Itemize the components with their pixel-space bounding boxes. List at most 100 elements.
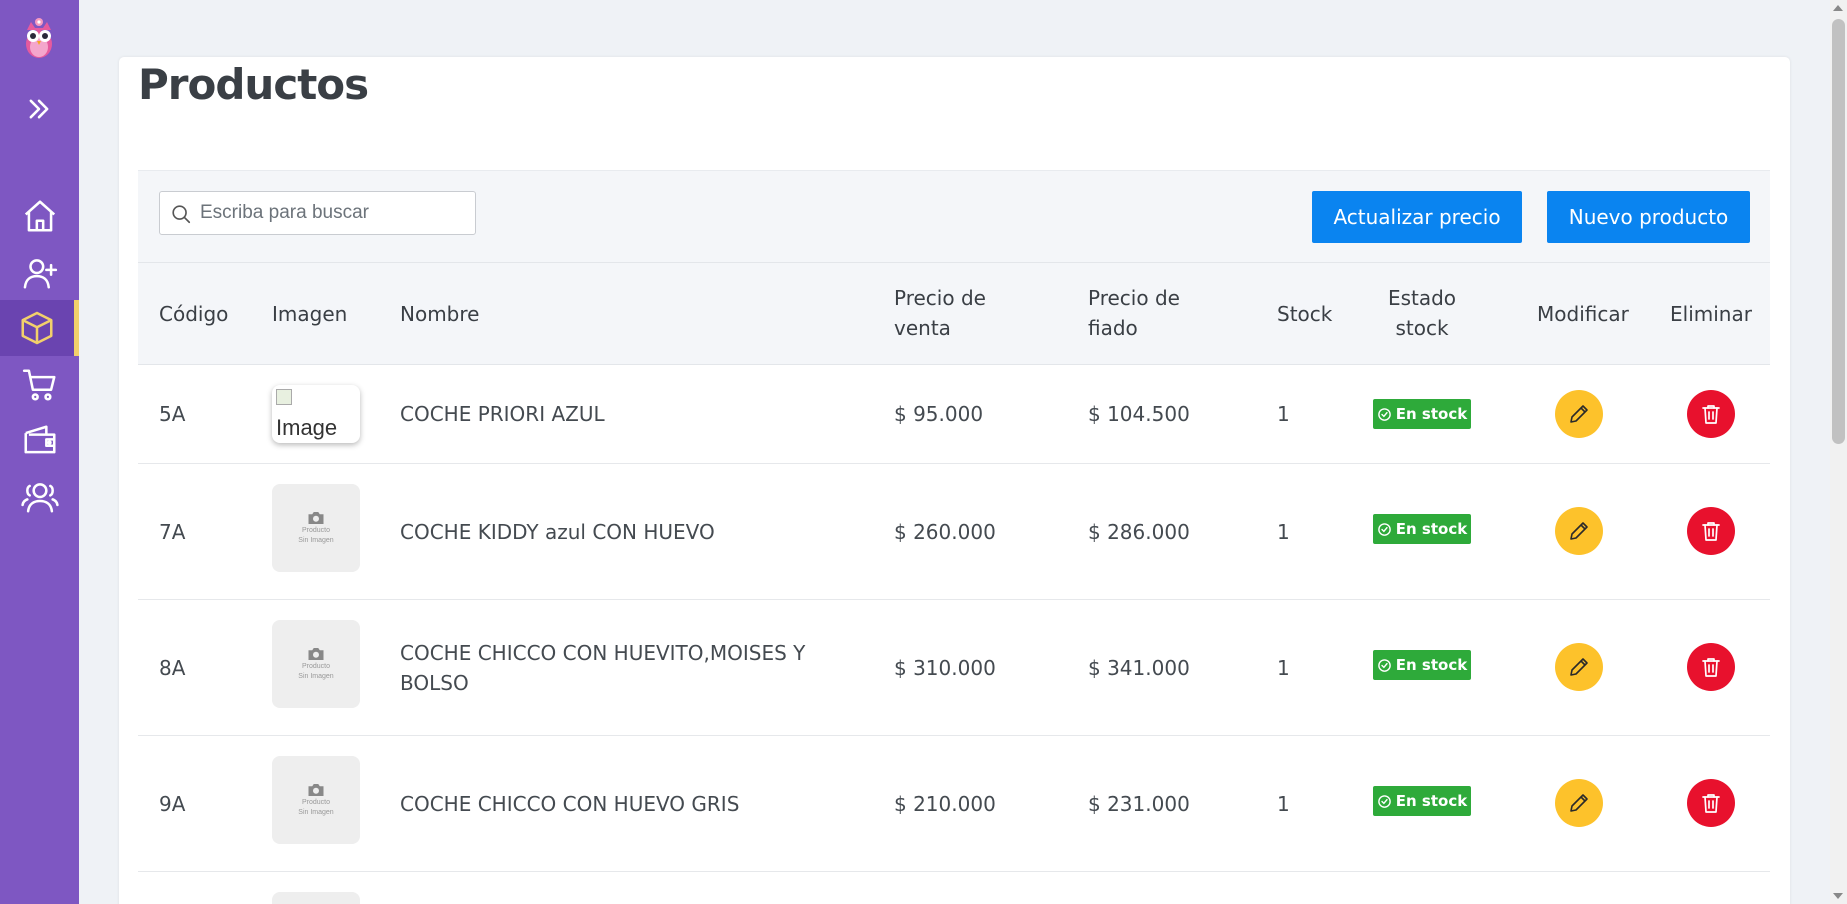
home-icon <box>24 200 55 232</box>
header-modificar: Modificar <box>1537 302 1629 326</box>
cell-stock: 1 <box>1277 520 1290 544</box>
trash-icon <box>1702 522 1720 541</box>
page-title: Productos <box>138 60 369 109</box>
header-precio-fiado-line1: Precio de <box>1088 286 1180 310</box>
owl-logo[interactable] <box>22 16 56 60</box>
expand-sidebar-icon[interactable] <box>24 94 54 124</box>
page-scrollbar[interactable] <box>1830 0 1847 904</box>
check-circle-icon <box>1377 407 1391 421</box>
placeholder-line1: Producto <box>301 663 331 670</box>
header-precio-venta-line1: Precio de <box>894 286 986 310</box>
cell-precio-fiado: $ 341.000 <box>1088 656 1190 680</box>
users-icon <box>20 483 59 513</box>
delete-button[interactable] <box>1687 507 1735 555</box>
scroll-up-arrow[interactable] <box>1833 5 1843 11</box>
cell-precio-fiado: $ 231.000 <box>1088 792 1190 816</box>
status-badge: En stock <box>1373 399 1471 429</box>
sidebar-item-products[interactable] <box>0 300 79 356</box>
cell-nombre-line1: COCHE CHICCO CON HUEVITO,MOISES Y <box>400 641 806 665</box>
status-badge: En stock <box>1373 514 1471 544</box>
status-badge-label: En stock <box>1395 405 1468 423</box>
check-circle-icon <box>1377 794 1391 808</box>
wallet-icon <box>23 425 56 454</box>
search-box[interactable] <box>159 191 476 235</box>
placeholder-line2: Sin Imagen <box>298 673 334 680</box>
table-row: 8A Producto Sin Imagen COCHE CHICCO CON … <box>138 600 1770 736</box>
cell-codigo: 7A <box>159 520 186 544</box>
pencil-icon <box>1570 405 1588 423</box>
header-codigo[interactable]: Código <box>159 299 228 329</box>
header-estado-line1: Estado <box>1387 286 1457 310</box>
pencil-icon <box>1570 522 1588 540</box>
product-image-placeholder <box>272 892 360 904</box>
product-image-placeholder: Producto Sin Imagen <box>272 756 360 844</box>
cell-stock: 1 <box>1277 792 1290 816</box>
table-row: 9A Producto Sin Imagen COCHE CHICCO CON … <box>138 736 1770 872</box>
new-product-button[interactable]: Nuevo producto <box>1547 191 1750 243</box>
delete-button[interactable] <box>1687 643 1735 691</box>
edit-button[interactable] <box>1555 779 1603 827</box>
header-eliminar: Eliminar <box>1670 302 1752 326</box>
status-badge: En stock <box>1373 786 1471 816</box>
header-imagen: Imagen <box>272 302 348 326</box>
cell-nombre-line2: BOLSO <box>400 671 469 695</box>
cell-stock: 1 <box>1277 402 1290 426</box>
edit-button[interactable] <box>1555 507 1603 555</box>
check-circle-icon <box>1377 658 1391 672</box>
update-price-button[interactable]: Actualizar precio <box>1312 191 1522 243</box>
product-image-broken: Image <box>272 385 360 443</box>
header-estado-stock: Estado stock <box>1362 283 1482 343</box>
header-estado-line2: stock <box>1395 316 1449 340</box>
check-circle-icon <box>1377 522 1391 536</box>
broken-image-icon <box>276 389 292 405</box>
cell-precio-venta: $ 210.000 <box>894 792 996 816</box>
delete-button[interactable] <box>1687 390 1735 438</box>
cell-precio-venta: $ 310.000 <box>894 656 996 680</box>
cart-icon <box>22 369 56 401</box>
trash-icon <box>1702 405 1720 424</box>
sidebar-item-wallet[interactable] <box>0 413 79 469</box>
placeholder-line1: Producto <box>301 799 331 806</box>
placeholder-line1: Producto <box>301 527 331 534</box>
cell-stock: 1 <box>1277 656 1290 680</box>
cell-precio-fiado: $ 104.500 <box>1088 402 1190 426</box>
trash-icon <box>1702 794 1720 813</box>
header-precio-fiado[interactable]: Precio de fiado <box>1088 283 1180 343</box>
header-nombre[interactable]: Nombre <box>400 299 479 329</box>
cell-codigo: 9A <box>159 792 186 816</box>
status-badge-label: En stock <box>1395 792 1468 810</box>
pencil-icon <box>1570 794 1588 812</box>
sidebar-item-clients[interactable] <box>0 469 79 525</box>
scroll-down-arrow[interactable] <box>1833 893 1843 899</box>
cell-precio-fiado: $ 286.000 <box>1088 520 1190 544</box>
status-badge: En stock <box>1373 650 1471 680</box>
cell-codigo: 8A <box>159 656 186 680</box>
scrollbar-thumb[interactable] <box>1832 19 1845 444</box>
image-alt-text: Image <box>276 415 338 440</box>
placeholder-line2: Sin Imagen <box>298 809 334 816</box>
cell-nombre: COCHE CHICCO CON HUEVO GRIS <box>400 792 740 816</box>
cell-nombre: COCHE CHICCO CON HUEVITO,MOISES Y BOLSO <box>400 638 805 698</box>
product-image-placeholder: Producto Sin Imagen <box>272 484 360 572</box>
edit-button[interactable] <box>1555 643 1603 691</box>
search-input[interactable] <box>200 192 470 234</box>
sidebar-item-sales[interactable] <box>0 357 79 413</box>
trash-icon <box>1702 658 1720 677</box>
cell-precio-venta: $ 95.000 <box>894 402 984 426</box>
sidebar-item-home[interactable] <box>0 188 79 244</box>
header-stock[interactable]: Stock <box>1277 299 1332 329</box>
search-icon <box>172 205 191 224</box>
camera-icon <box>308 512 324 524</box>
cell-nombre: COCHE PRIORI AZUL <box>400 402 605 426</box>
edit-button[interactable] <box>1555 390 1603 438</box>
box-icon <box>21 311 53 345</box>
delete-button[interactable] <box>1687 779 1735 827</box>
header-precio-fiado-line2: fiado <box>1088 316 1138 340</box>
camera-icon <box>308 784 324 796</box>
cell-precio-venta: $ 260.000 <box>894 520 996 544</box>
cell-nombre: COCHE KIDDY azul CON HUEVO <box>400 520 715 544</box>
sidebar-item-add-user[interactable] <box>0 245 79 301</box>
header-precio-venta[interactable]: Precio de venta <box>894 283 986 343</box>
product-image-placeholder: Producto Sin Imagen <box>272 620 360 708</box>
status-badge-label: En stock <box>1395 656 1468 674</box>
